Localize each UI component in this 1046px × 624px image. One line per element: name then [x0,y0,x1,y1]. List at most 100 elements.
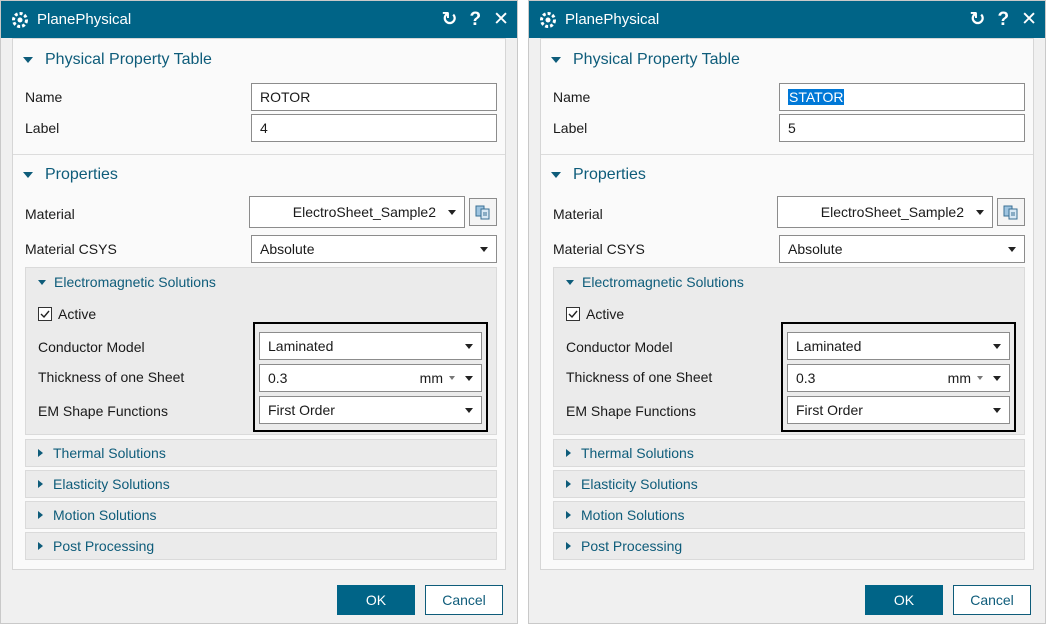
label-value: 4 [260,120,268,136]
gear-icon [539,11,557,29]
thickness-label: Thickness of one Sheet [566,369,713,385]
expand-icon [566,279,574,285]
ok-button[interactable]: OK [337,585,415,615]
section-motion-solutions[interactable]: Motion Solutions [553,501,1025,529]
thickness-input[interactable]: 0.3 mm [259,364,482,392]
subsection-label: Thermal Solutions [53,445,166,461]
active-checkbox-row[interactable]: Active [566,306,624,322]
active-checkbox-row[interactable]: Active [38,306,96,322]
active-checkbox[interactable] [38,307,52,321]
chevron-down-icon [480,246,488,252]
collapsed-icon [566,542,571,550]
close-icon[interactable]: ✕ [1021,10,1037,29]
plane-physical-dialog: PlanePhysical ↻ ? ✕ Physical Property Ta… [528,0,1046,624]
active-label: Active [58,306,97,322]
chevron-down-icon [993,407,1001,413]
title-bar[interactable]: PlanePhysical ↻ ? ✕ [529,1,1045,38]
close-icon[interactable]: ✕ [493,10,509,29]
em-header[interactable]: Electromagnetic Solutions [554,268,1024,296]
active-checkbox[interactable] [566,307,580,321]
csys-value: Absolute [260,241,315,257]
conductor-model-label: Conductor Model [566,339,673,355]
section-properties[interactable]: Properties [13,160,505,190]
chevron-down-icon [465,343,473,349]
conductor-model-label: Conductor Model [38,339,145,355]
section-thermal-solutions[interactable]: Thermal Solutions [553,439,1025,467]
material-library-icon[interactable] [997,198,1025,226]
check-icon [568,310,578,319]
em-shape-functions-select[interactable]: First Order [787,396,1010,424]
dialog-title: PlanePhysical [37,11,132,28]
thickness-input[interactable]: 0.3 mm [787,364,1010,392]
collapsed-icon [566,511,571,519]
divider [13,154,505,155]
dialog-content: Physical Property Table Name STATOR Labe… [540,38,1034,570]
material-library-icon[interactable] [469,198,497,226]
ok-button[interactable]: OK [865,585,943,615]
dialog-content: Physical Property Table Name ROTOR Label… [12,38,506,570]
name-input[interactable]: STATOR [779,83,1025,111]
thickness-value: 0.3 [268,370,288,386]
chevron-down-icon[interactable] [465,375,473,381]
label-value: 5 [788,120,796,136]
conductor-model-select[interactable]: Laminated [259,332,482,360]
section-label: Physical Property Table [573,51,740,68]
section-elasticity-solutions[interactable]: Elasticity Solutions [553,470,1025,498]
csys-select[interactable]: Absolute [779,235,1025,263]
thickness-value: 0.3 [796,370,816,386]
reset-icon[interactable]: ↻ [442,10,458,29]
electromagnetic-solutions-group: Electromagnetic Solutions Active Conduct… [553,267,1025,435]
name-input[interactable]: ROTOR [251,83,497,111]
subsection-label: Thermal Solutions [581,445,694,461]
cancel-button[interactable]: Cancel [425,585,503,615]
section-physical-property-table[interactable]: Physical Property Table [541,45,1033,75]
em-shape-functions-value: First Order [268,402,335,418]
section-post-processing[interactable]: Post Processing [25,532,497,560]
material-value: ElectroSheet_Sample2 [292,204,436,220]
csys-value: Absolute [788,241,843,257]
section-physical-property-table[interactable]: Physical Property Table [13,45,505,75]
em-shape-functions-label: EM Shape Functions [38,403,168,419]
label-input[interactable]: 4 [251,114,497,142]
conductor-model-select[interactable]: Laminated [787,332,1010,360]
section-elasticity-solutions[interactable]: Elasticity Solutions [25,470,497,498]
section-thermal-solutions[interactable]: Thermal Solutions [25,439,497,467]
section-motion-solutions[interactable]: Motion Solutions [25,501,497,529]
subsection-label: Elasticity Solutions [581,476,698,492]
help-icon[interactable]: ? [997,10,1009,29]
expand-icon [38,279,46,285]
cancel-button[interactable]: Cancel [953,585,1031,615]
chevron-down-icon[interactable] [993,375,1001,381]
material-select[interactable]: ElectroSheet_Sample2 [249,196,465,228]
material-select[interactable]: ElectroSheet_Sample2 [777,196,993,228]
collapsed-icon [566,480,571,488]
check-icon [40,310,50,319]
title-bar[interactable]: PlanePhysical ↻ ? ✕ [1,1,517,38]
csys-select[interactable]: Absolute [251,235,497,263]
unit-dropdown-icon[interactable] [449,376,455,380]
electromagnetic-solutions-group: Electromagnetic Solutions Active Conduct… [25,267,497,435]
expand-icon [23,57,33,63]
unit-dropdown-icon[interactable] [977,376,983,380]
reset-icon[interactable]: ↻ [970,10,986,29]
em-header[interactable]: Electromagnetic Solutions [26,268,496,296]
conductor-model-value: Laminated [268,338,334,354]
collapsed-icon [38,449,43,457]
section-post-processing[interactable]: Post Processing [553,532,1025,560]
section-label: Properties [45,166,118,183]
chevron-down-icon [976,209,984,215]
subsection-label: Post Processing [581,538,683,554]
em-header-label: Electromagnetic Solutions [582,274,744,290]
help-icon[interactable]: ? [469,10,481,29]
chevron-down-icon [448,209,456,215]
subsection-label: Post Processing [53,538,155,554]
active-label: Active [586,306,625,322]
section-properties[interactable]: Properties [541,160,1033,190]
label-input[interactable]: 5 [779,114,1025,142]
chevron-down-icon [993,343,1001,349]
em-shape-functions-value: First Order [796,402,863,418]
thickness-unit[interactable]: mm [948,370,971,386]
section-label: Properties [573,166,646,183]
em-shape-functions-select[interactable]: First Order [259,396,482,424]
thickness-unit[interactable]: mm [420,370,443,386]
